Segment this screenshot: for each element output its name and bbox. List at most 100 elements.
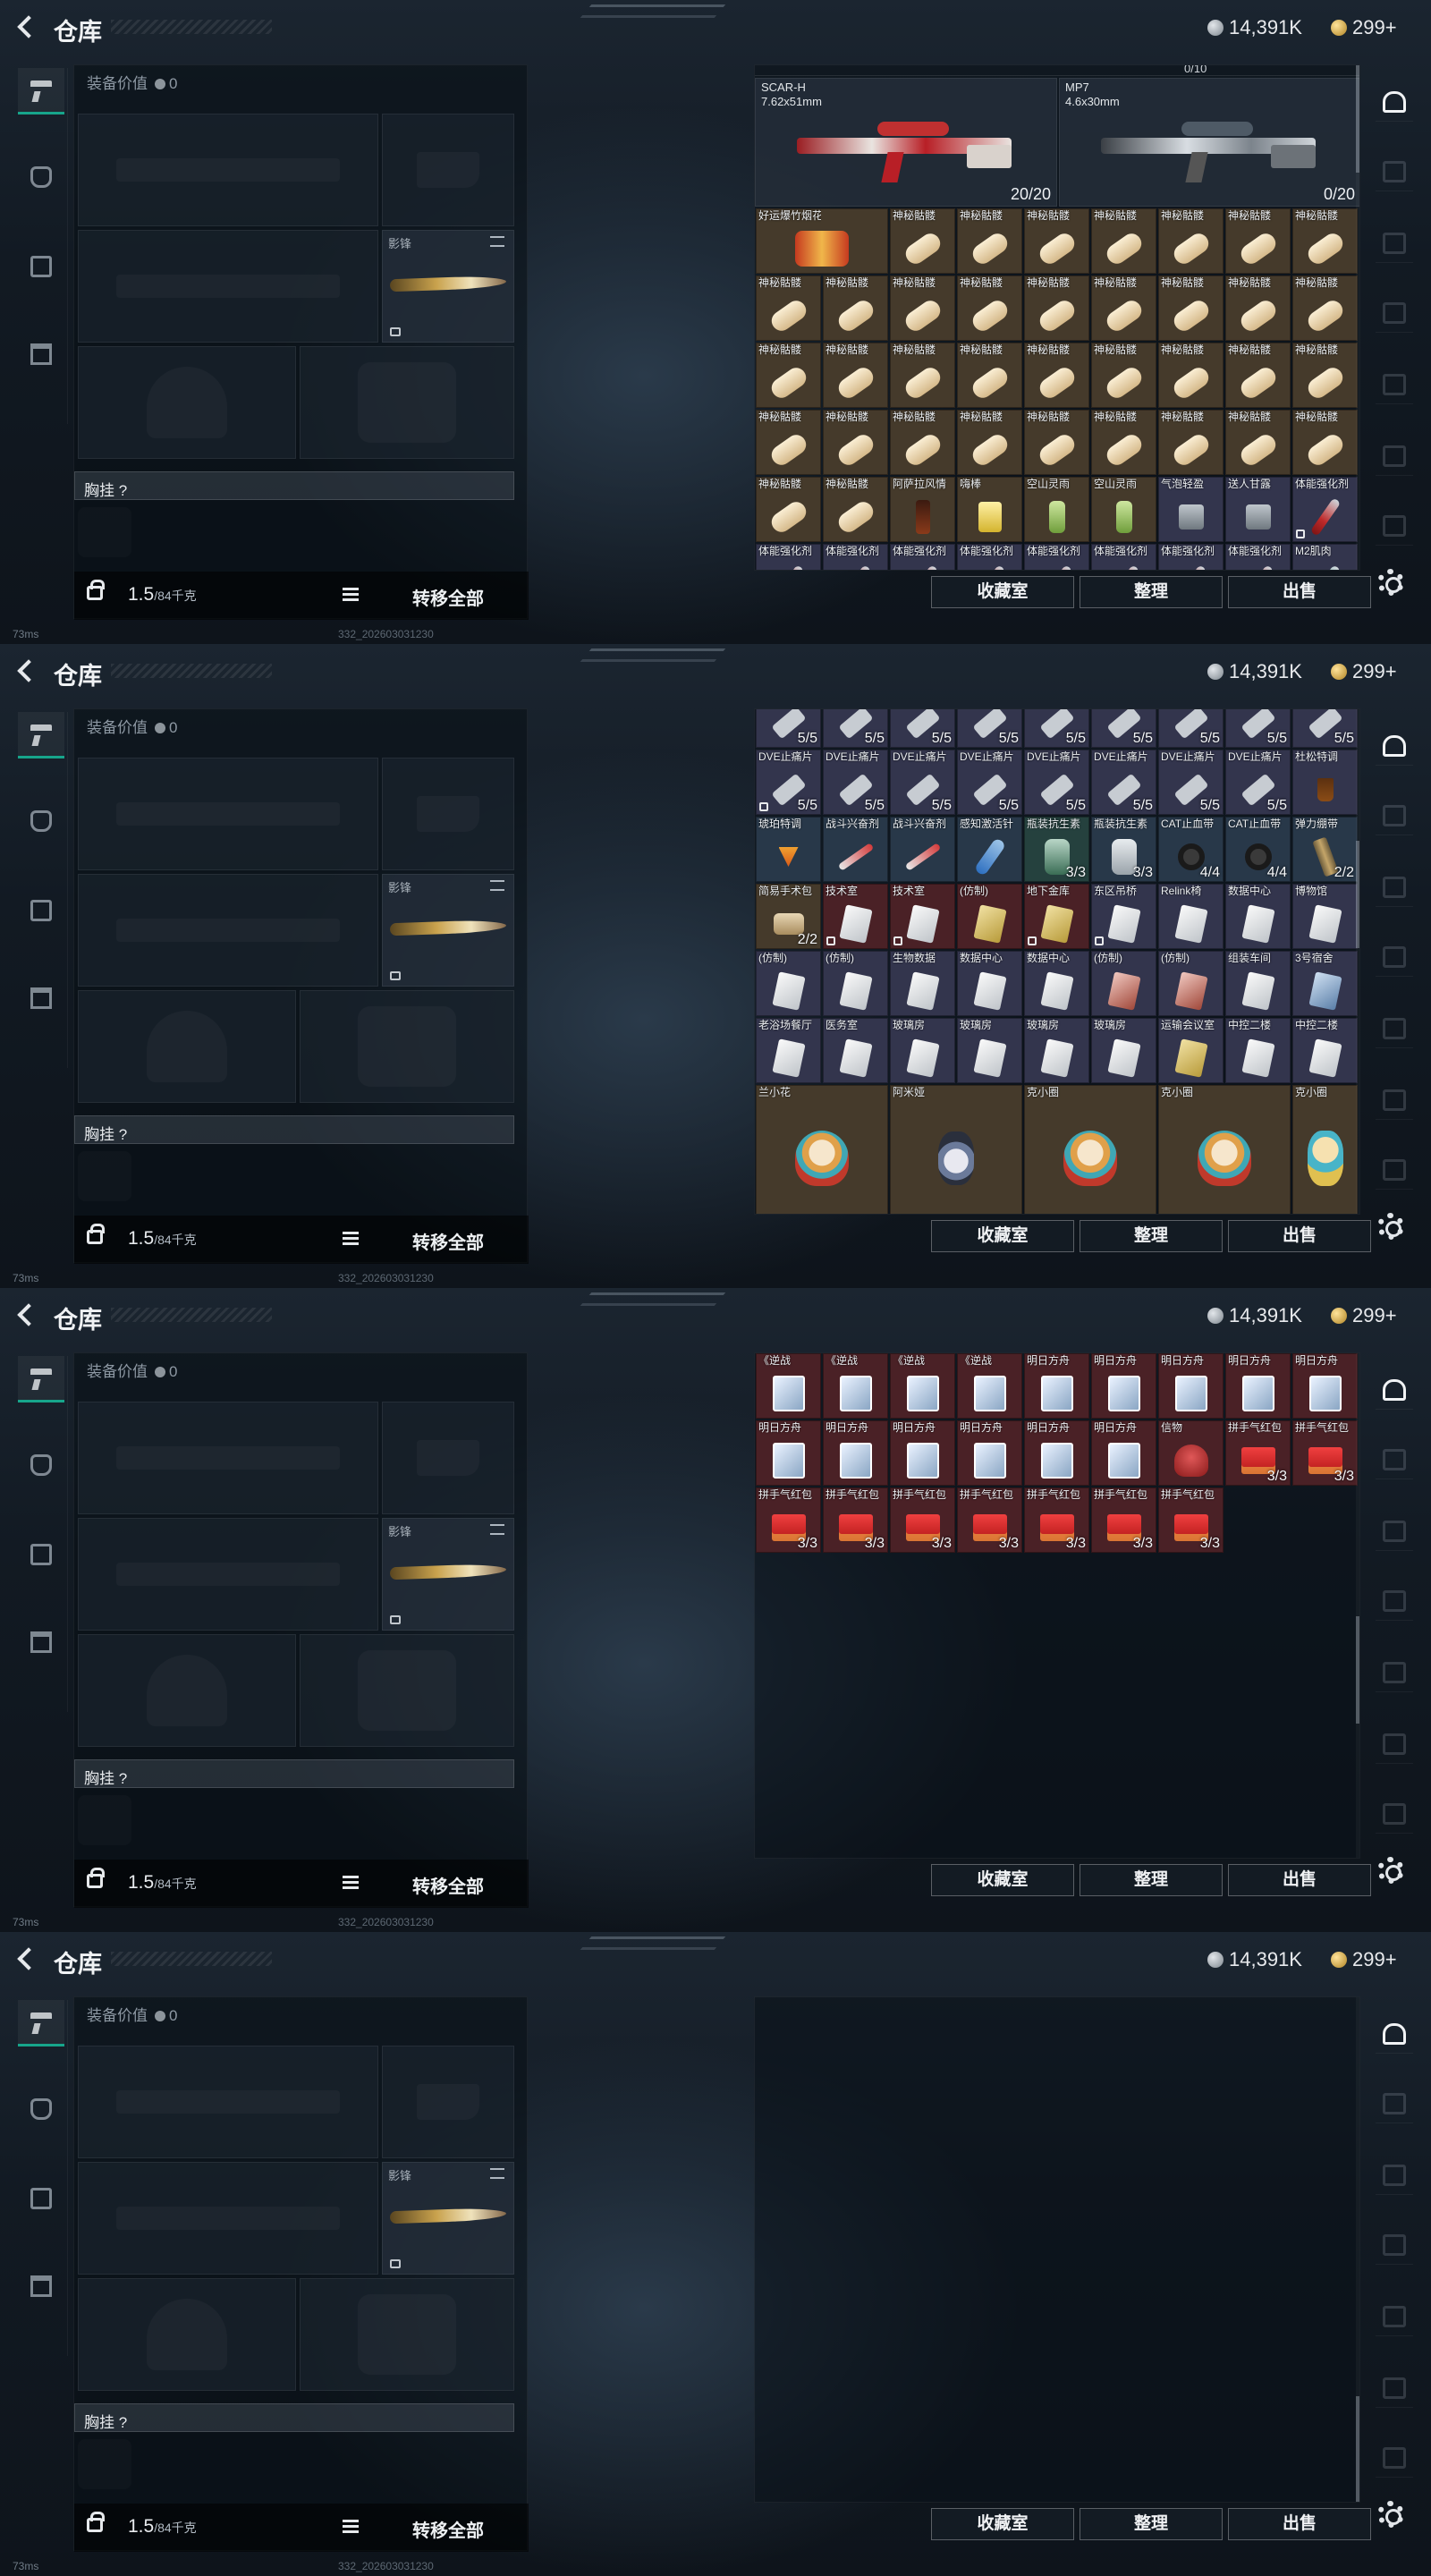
tab-container-2[interactable] (1376, 1442, 1413, 1479)
inventory-item[interactable]: 中控二楼 (1292, 1018, 1358, 1083)
tab-container-5[interactable] (1376, 367, 1413, 404)
inventory-item[interactable]: 神秘骷髅 (1158, 208, 1224, 274)
inventory-item[interactable]: 明日方舟 (957, 1420, 1022, 1486)
tab-weapons[interactable] (18, 712, 64, 758)
settings-gear-icon[interactable] (1377, 1857, 1404, 1884)
inventory-item[interactable]: 拼手气红包 3/3 (823, 1487, 888, 1553)
armor-slot[interactable] (300, 1634, 514, 1747)
inventory-item[interactable]: 玻璃房 (957, 1018, 1022, 1083)
tab-container-3[interactable] (1376, 1513, 1413, 1551)
inventory-item[interactable]: 神秘骷髅 (1024, 208, 1089, 274)
inventory-item[interactable]: 拼手气红包 3/3 (756, 1487, 821, 1553)
inventory-item[interactable]: 神秘骷髅 (1292, 410, 1358, 475)
tab-container-5[interactable] (1376, 1011, 1413, 1048)
tab-armor[interactable] (18, 798, 64, 844)
back-arrow-icon[interactable] (13, 1301, 39, 1327)
list-icon[interactable] (343, 1232, 359, 1245)
sell-button[interactable]: 出售 (1228, 1220, 1371, 1252)
inventory-item[interactable]: 神秘骷髅 (890, 410, 955, 475)
inventory-item[interactable]: 数据中心 (1024, 951, 1089, 1016)
inventory-item[interactable]: (仿制) (957, 884, 1022, 949)
inventory-item[interactable]: 神秘骷髅 (1225, 208, 1291, 274)
inventory-item[interactable]: 神秘骷髅 (1292, 343, 1358, 408)
inventory-item[interactable]: 明日方舟 (756, 1420, 821, 1486)
helmet-slot[interactable] (78, 1634, 296, 1747)
tab-container-2[interactable] (1376, 798, 1413, 835)
tab-container-4[interactable] (1376, 939, 1413, 977)
inventory-item[interactable]: 神秘骷髅 (1158, 275, 1224, 341)
back-arrow-icon[interactable] (13, 1945, 39, 1971)
inventory-item[interactable]: DVE止痛片5/5 (823, 750, 888, 815)
sort-button[interactable]: 整理 (1080, 1220, 1223, 1252)
inventory-item[interactable]: DVE止痛片5/5 (957, 709, 1022, 748)
tab-container-2[interactable] (1376, 154, 1413, 191)
tab-container-6[interactable] (1376, 438, 1413, 476)
secondary-weapon-slot[interactable] (78, 1518, 378, 1631)
stash-scrollbar[interactable] (1356, 1997, 1359, 2502)
collection-button[interactable]: 收藏室 (931, 576, 1074, 608)
inventory-item[interactable]: 神秘骷髅 (890, 343, 955, 408)
tab-rig[interactable] (18, 2175, 64, 2222)
inventory-item[interactable]: DVE止痛片5/5 (756, 709, 821, 748)
inventory-item[interactable]: 玻璃房 (890, 1018, 955, 1083)
tab-container-7[interactable] (1376, 1796, 1413, 1834)
move-all-button[interactable]: 转移全部 (412, 584, 484, 610)
inventory-item[interactable]: 体能强化剂 (823, 544, 888, 570)
inventory-item[interactable]: 体能强化剂 (890, 544, 955, 570)
stash-scrollbar[interactable] (1356, 1353, 1359, 1858)
pistol-slot[interactable] (382, 114, 514, 226)
inventory-item[interactable]: 体能强化剂 (957, 544, 1022, 570)
swap-icon[interactable] (490, 1524, 504, 1535)
inventory-item[interactable]: 体能强化剂 (1091, 544, 1156, 570)
inventory-item[interactable]: 送人甘露 (1225, 477, 1291, 542)
inventory-item[interactable]: 东区吊桥 (1091, 884, 1156, 949)
list-icon[interactable] (343, 1876, 359, 1889)
melee-slot[interactable]: 影锋 (382, 1518, 514, 1631)
inventory-item[interactable]: 神秘骷髅 (1225, 410, 1291, 475)
inventory-item[interactable]: 明日方舟 (1091, 1420, 1156, 1486)
inventory-item[interactable]: 琥珀特调 (756, 817, 821, 882)
inventory-item[interactable]: 神秘骷髅 (1091, 275, 1156, 341)
inventory-item[interactable]: 神秘骷髅 (1292, 208, 1358, 274)
inventory-item[interactable]: 拼手气红包 3/3 (1225, 1420, 1291, 1486)
tab-safe[interactable] (1376, 2016, 1413, 2054)
pistol-slot[interactable] (382, 758, 514, 870)
inventory-item[interactable]: 数据中心 (957, 951, 1022, 1016)
tab-safe[interactable] (1376, 1372, 1413, 1410)
inventory-item[interactable]: 神秘骷髅 (1024, 410, 1089, 475)
secondary-weapon-slot[interactable] (78, 874, 378, 987)
tab-backpack[interactable] (18, 1619, 64, 1665)
inventory-item[interactable]: 《逆战 (756, 1353, 821, 1419)
inventory-item[interactable]: DVE止痛片5/5 (957, 750, 1022, 815)
collection-button[interactable]: 收藏室 (931, 1220, 1074, 1252)
primary-weapon-slot[interactable] (78, 114, 378, 226)
padlock-icon[interactable] (87, 1224, 105, 1244)
pistol-slot[interactable] (382, 2046, 514, 2158)
inventory-item[interactable]: 体能强化剂 (1225, 544, 1291, 570)
inventory-item[interactable]: 神秘骷髅 (957, 208, 1022, 274)
armor-slot[interactable] (300, 990, 514, 1103)
inventory-item[interactable]: 明日方舟 (1024, 1420, 1089, 1486)
inventory-item[interactable]: DVE止痛片5/5 (890, 709, 955, 748)
melee-slot[interactable]: 影锋 (382, 874, 514, 987)
inventory-item[interactable]: 明日方舟 (890, 1420, 955, 1486)
inventory-item[interactable]: 神秘骷髅 (823, 477, 888, 542)
inventory-item[interactable]: (仿制) (1091, 951, 1156, 1016)
inventory-item[interactable]: 神秘骷髅 (1024, 275, 1089, 341)
inventory-item[interactable]: 弹力绷带 2/2 (1292, 817, 1358, 882)
inventory-item[interactable]: DVE止痛片5/5 (1091, 750, 1156, 815)
inventory-item[interactable]: 神秘骷髅 (1091, 343, 1156, 408)
tab-container-4[interactable] (1376, 1583, 1413, 1621)
inventory-item[interactable]: 明日方舟 (1024, 1353, 1089, 1419)
inventory-item[interactable]: 体能强化剂 (1024, 544, 1089, 570)
move-all-button[interactable]: 转移全部 (412, 2516, 484, 2542)
inventory-item[interactable]: 神秘骷髅 (957, 343, 1022, 408)
list-icon[interactable] (343, 2520, 359, 2533)
swap-icon[interactable] (490, 2168, 504, 2179)
tab-container-3[interactable] (1376, 869, 1413, 907)
inventory-item[interactable]: 《逆战 (823, 1353, 888, 1419)
inventory-item[interactable]: 明日方舟 (1091, 1353, 1156, 1419)
inventory-item[interactable]: 《逆战 (890, 1353, 955, 1419)
inventory-item[interactable]: Relink椅 (1158, 884, 1224, 949)
tab-backpack[interactable] (18, 975, 64, 1021)
